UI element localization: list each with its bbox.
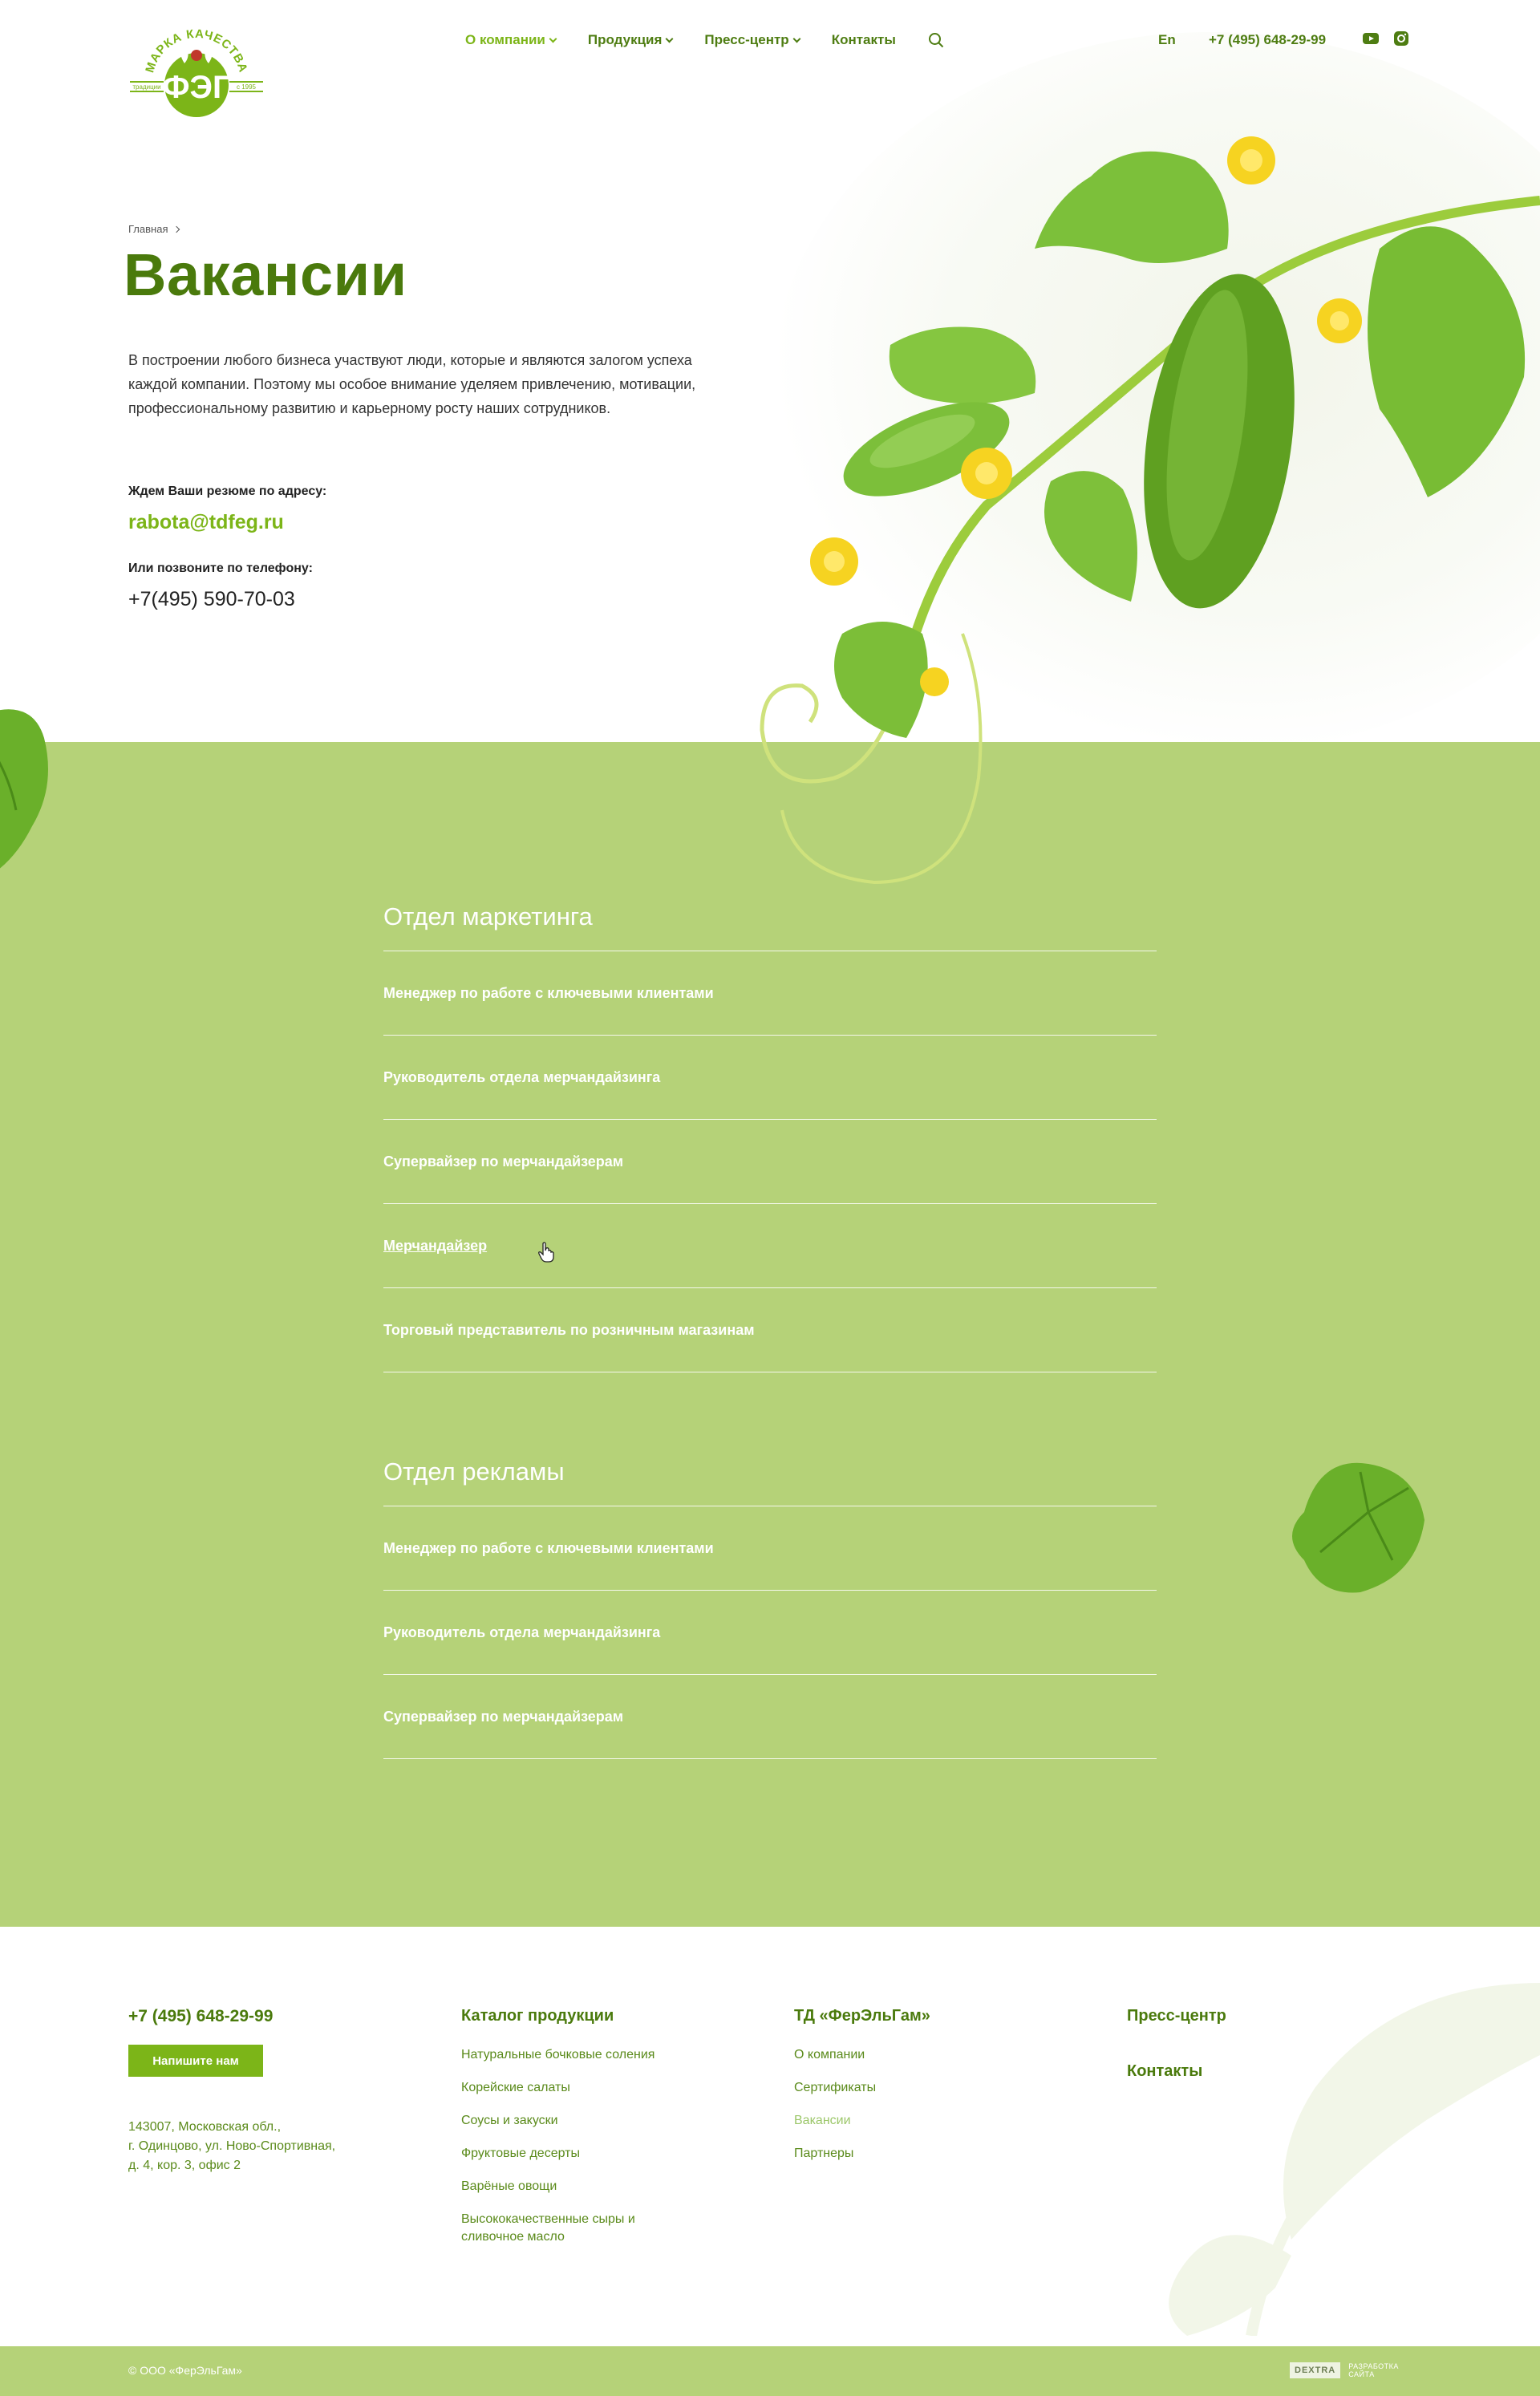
footer-contacts-link[interactable]: Контакты [1127, 2062, 1327, 2081]
nav-item-contacts[interactable]: Контакты [832, 32, 896, 48]
developer-badge: DEXTRA [1290, 2362, 1341, 2378]
address-line: г. Одинцово, ул. Ново-Спортивная, [128, 2139, 336, 2153]
logo-left-text: традиции [132, 83, 160, 91]
nav-item-press[interactable]: Пресс-центр [704, 32, 801, 48]
vacancy-item[interactable]: Руководитель отдела мерчандайзинга [383, 1591, 1157, 1675]
vacancy-label: Менеджер по работе с ключевыми клиентами [383, 1539, 714, 1556]
bottom-bar: © ООО «ФерЭльГам» DEXTRA РАЗРАБОТКА САЙТ… [0, 2346, 1540, 2396]
footer-company-column: ТД «ФерЭльГам» О компании Сертификаты Ва… [794, 2007, 995, 2178]
footer-link[interactable]: Варёные овощи [461, 2178, 662, 2195]
vacancies-section: Отдел маркетинга Менеджер по работе с кл… [0, 742, 1540, 1927]
breadcrumb: Главная [128, 223, 180, 235]
nav-item-label: О компании [465, 32, 545, 47]
vacancy-label: Супервайзер по мерчандайзерам [383, 1708, 624, 1725]
footer-press-link[interactable]: Пресс-центр [1127, 2007, 1327, 2025]
footer-extra-column: Пресс-центр Контакты [1127, 2007, 1327, 2102]
vacancy-item[interactable]: Менеджер по работе с ключевыми клиентами [383, 951, 1157, 1036]
department-marketing: Отдел маркетинга Менеджер по работе с кл… [383, 902, 1157, 1372]
instagram-icon[interactable] [1393, 30, 1409, 47]
chevron-down-icon [792, 34, 801, 43]
write-us-button[interactable]: Напишите нам [128, 2045, 263, 2077]
header-phone[interactable]: +7 (495) 648-29-99 [1209, 32, 1326, 48]
vacancy-label: Руководитель отдела мерчандайзинга [383, 1068, 661, 1085]
chevron-down-icon [665, 34, 674, 43]
vacancy-item[interactable]: Супервайзер по мерчандайзерам [383, 1120, 1157, 1204]
chevron-down-icon [549, 34, 557, 43]
footer-company-title[interactable]: ТД «ФерЭльГам» [794, 2007, 995, 2025]
developer-text: РАЗРАБОТКА САЙТА [1348, 2362, 1399, 2378]
page-title: Вакансии [124, 241, 407, 308]
resume-email-link[interactable]: rabota@tdfeg.ru [128, 511, 284, 534]
developer-credit[interactable]: DEXTRA РАЗРАБОТКА САЙТА [1290, 2362, 1399, 2378]
department-title: Отдел рекламы [383, 1457, 565, 1486]
footer-address: 143007, Московская обл., г. Одинцово, ул… [128, 2118, 385, 2175]
footer-link[interactable]: О компании [794, 2046, 995, 2064]
developer-text-line: САЙТА [1348, 2370, 1375, 2378]
nav-item-label: Пресс-центр [704, 32, 789, 47]
vacancy-item[interactable]: Мерчандайзер [383, 1204, 1157, 1288]
vacancy-item[interactable]: Менеджер по работе с ключевыми клиентами [383, 1506, 1157, 1591]
logo-right-text: с 1995 [237, 83, 257, 91]
footer-link[interactable]: Партнеры [794, 2145, 995, 2163]
vacancy-item[interactable]: Руководитель отдела мерчандайзинга [383, 1036, 1157, 1120]
footer: +7 (495) 648-29-99 Напишите нам 143007, … [0, 1927, 1540, 2346]
department-advertising: Отдел рекламы Менеджер по работе с ключе… [383, 1457, 1157, 1759]
address-line: 143007, Московская обл., [128, 2120, 282, 2134]
vacancy-label: Торговый представитель по розничным мага… [383, 1321, 755, 1338]
vacancy-item[interactable]: Супервайзер по мерчандайзерам [383, 1675, 1157, 1759]
logo-main-text: ФЭГ [162, 70, 230, 105]
vacancy-label: Супервайзер по мерчандайзерам [383, 1153, 624, 1170]
nav-item-label: Контакты [831, 32, 896, 47]
vacancy-label: Менеджер по работе с ключевыми клиентами [383, 984, 714, 1001]
main-nav: О компании Продукция Пресс-центр Контакт… [465, 32, 944, 48]
vacancy-label: Руководитель отдела мерчандайзинга [383, 1624, 661, 1640]
company-logo[interactable]: МАРКА КАЧЕСТВА традиции с 1995 ФЭГ [128, 19, 265, 119]
footer-link[interactable]: Соусы и закуски [461, 2112, 662, 2130]
footer-catalog-title[interactable]: Каталог продукции [461, 2007, 662, 2025]
chevron-right-icon [173, 225, 180, 233]
header-right: En +7 (495) 648-29-99 [1158, 31, 1408, 48]
hand-cursor-icon [538, 1242, 554, 1263]
vacancy-item[interactable]: Торговый представитель по розничным мага… [383, 1288, 1157, 1372]
leaf-decoration-right [1292, 1462, 1424, 1593]
footer-link[interactable]: Фруктовые десерты [461, 2145, 662, 2163]
social-links [1363, 30, 1409, 47]
address-line: д. 4, кор. 3, офис 2 [128, 2159, 241, 2172]
youtube-icon[interactable] [1363, 30, 1379, 47]
footer-link[interactable]: Натуральные бочковые соления [461, 2046, 662, 2064]
call-phone-link[interactable]: +7(495) 590-70-03 [128, 588, 295, 611]
footer-phone[interactable]: +7 (495) 648-29-99 [128, 2007, 273, 2026]
vacancy-label: Мерчандайзер [383, 1237, 488, 1254]
developer-text-line: РАЗРАБОТКА [1348, 2362, 1399, 2370]
nav-item-products[interactable]: Продукция [587, 32, 674, 48]
copyright: © ООО «ФерЭльГам» [128, 2364, 242, 2377]
department-title: Отдел маркетинга [383, 902, 593, 930]
footer-link-active[interactable]: Вакансии [794, 2112, 995, 2130]
intro-text: В построении любого бизнеса участвуют лю… [128, 352, 696, 416]
footer-link[interactable]: Сертификаты [794, 2079, 995, 2097]
cucumber-plant-illustration [760, 136, 1540, 885]
footer-catalog-column: Каталог продукции Натуральные бочковые с… [461, 2007, 662, 2261]
language-switch[interactable]: En [1158, 32, 1176, 48]
breadcrumb-home[interactable]: Главная [128, 223, 168, 235]
leaf-decoration-left [0, 709, 48, 869]
nav-item-about[interactable]: О компании [465, 32, 557, 48]
footer-link[interactable]: Высококачественные сыры и сливочное масл… [461, 2211, 662, 2246]
call-label: Или позвоните по телефону: [128, 561, 313, 575]
search-icon[interactable] [928, 32, 944, 48]
nav-item-label: Продукция [587, 32, 663, 47]
resume-label: Ждем Ваши резюме по адресу: [128, 484, 327, 498]
footer-link[interactable]: Корейские салаты [461, 2079, 662, 2097]
